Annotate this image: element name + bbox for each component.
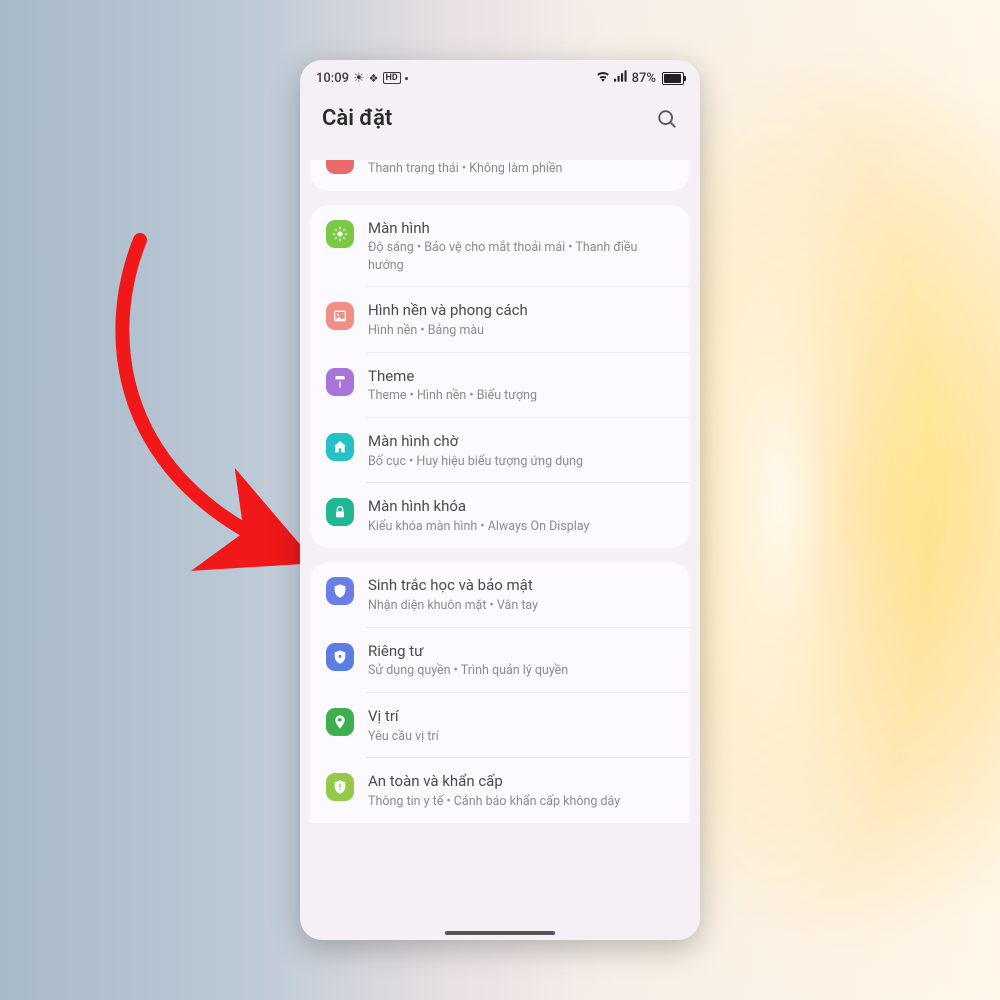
privacy-shield-icon — [326, 643, 354, 671]
wifi-icon — [596, 70, 610, 86]
shield-icon — [326, 577, 354, 605]
settings-item-theme[interactable]: Theme Theme • Hình nền • Biểu tượng — [310, 353, 690, 418]
settings-item-subtitle: Nhận diện khuôn mặt • Vân tay — [368, 597, 674, 615]
hd-icon: HD — [383, 72, 401, 84]
settings-item-lock-screen[interactable]: Màn hình khóa Kiểu khóa màn hình • Alway… — [310, 483, 690, 548]
settings-item-biometrics[interactable]: Sinh trắc học và bảo mật Nhận diện khuôn… — [310, 562, 690, 627]
battery-percentage: 87% — [632, 71, 656, 86]
settings-item-title: Màn hình chờ — [368, 432, 674, 451]
settings-item-subtitle: Thông tin y tế • Cảnh báo khẩn cấp không… — [368, 793, 674, 811]
page-header: Cài đặt — [300, 92, 700, 149]
status-time: 10:09 — [316, 71, 349, 86]
settings-item-subtitle: Thanh trạng thái • Không làm phiền — [368, 160, 674, 178]
app-indicator-icon: ❖ — [369, 72, 379, 85]
battery-icon — [660, 72, 684, 85]
settings-item-safety[interactable]: An toàn và khẩn cấp Thông tin y tế • Cản… — [310, 758, 690, 823]
settings-item-subtitle: Yêu cầu vị trí — [368, 728, 674, 746]
weather-icon: ☀ — [353, 71, 365, 86]
warning-icon — [326, 773, 354, 801]
settings-item-privacy[interactable]: Riêng tư Sử dụng quyền • Trình quản lý q… — [310, 628, 690, 693]
signal-icon — [614, 70, 628, 86]
settings-item-subtitle: Sử dụng quyền • Trình quản lý quyền — [368, 662, 674, 680]
page-title: Cài đặt — [322, 106, 392, 131]
settings-item-subtitle: Độ sáng • Bảo vệ cho mắt thoải mái • Tha… — [368, 239, 674, 274]
settings-item-title: An toàn và khẩn cấp — [368, 772, 674, 791]
settings-item-home-screen[interactable]: Màn hình chờ Bố cục • Huy hiệu biểu tượn… — [310, 418, 690, 483]
settings-item-title: Riêng tư — [368, 642, 674, 661]
home-indicator[interactable] — [445, 931, 555, 935]
settings-group-display: Màn hình Độ sáng • Bảo vệ cho mắt thoải … — [310, 205, 690, 549]
settings-item-subtitle: Bố cục • Huy hiệu biểu tượng ứng dụng — [368, 453, 674, 471]
settings-group-security: Sinh trắc học và bảo mật Nhận diện khuôn… — [310, 562, 690, 823]
settings-item-display[interactable]: Màn hình Độ sáng • Bảo vệ cho mắt thoải … — [310, 205, 690, 288]
settings-list[interactable]: Thanh trạng thái • Không làm phiền Màn h… — [300, 160, 700, 940]
settings-item-notifications[interactable]: Thanh trạng thái • Không làm phiền — [310, 160, 690, 191]
home-icon — [326, 433, 354, 461]
settings-item-location[interactable]: Vị trí Yêu cầu vị trí — [310, 693, 690, 758]
settings-item-title: Màn hình — [368, 219, 674, 238]
status-bar: 10:09 ☀ ❖ HD 87% — [300, 60, 700, 92]
settings-item-title: Hình nền và phong cách — [368, 301, 674, 320]
brightness-icon — [326, 220, 354, 248]
paint-icon — [326, 368, 354, 396]
settings-item-subtitle: Kiểu khóa màn hình • Always On Display — [368, 518, 674, 536]
lock-icon — [326, 498, 354, 526]
settings-item-title: Màn hình khóa — [368, 497, 674, 516]
settings-item-subtitle: Theme • Hình nền • Biểu tượng — [368, 387, 674, 405]
settings-item-subtitle: Hình nền • Bảng màu — [368, 322, 674, 340]
settings-item-wallpaper[interactable]: Hình nền và phong cách Hình nền • Bảng m… — [310, 287, 690, 352]
notification-dot-icon — [405, 77, 408, 80]
settings-item-title: Sinh trắc học và bảo mật — [368, 576, 674, 595]
image-icon — [326, 302, 354, 330]
search-button[interactable] — [656, 108, 678, 130]
location-pin-icon — [326, 708, 354, 736]
phone-screen: 10:09 ☀ ❖ HD 87% Cài đặt — [300, 60, 700, 940]
settings-group-notifications: Thanh trạng thái • Không làm phiền — [310, 160, 690, 191]
settings-item-title: Vị trí — [368, 707, 674, 726]
bell-icon — [326, 160, 354, 174]
settings-item-title: Theme — [368, 367, 674, 386]
